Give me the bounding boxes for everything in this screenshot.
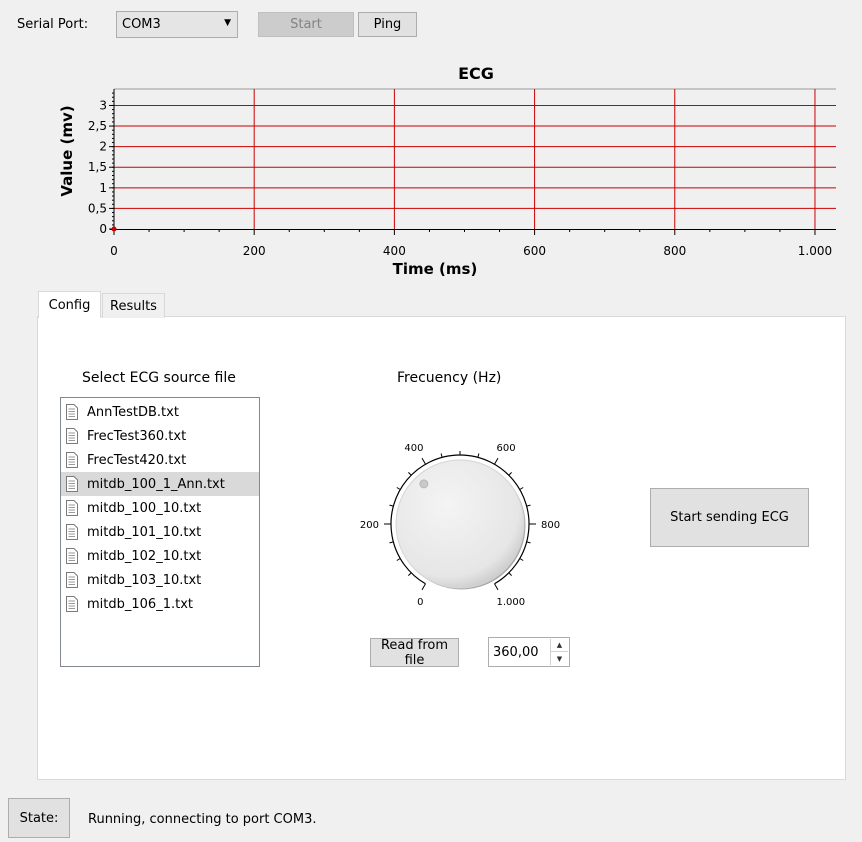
frequency-dial[interactable]: 0 200 400 600 800 1.000	[350, 437, 570, 612]
serial-port-combo[interactable]: COM3 ▼	[116, 11, 238, 38]
y-tick-label: 0,5	[88, 201, 107, 215]
file-name: mitdb_102_10.txt	[87, 548, 202, 564]
file-name: FrecTest360.txt	[87, 428, 187, 444]
y-axis-title: Value (mv)	[58, 105, 76, 196]
dial-major-tick	[421, 583, 426, 591]
dial-minor-tick	[508, 472, 512, 476]
file-name: AnnTestDB.txt	[87, 404, 179, 420]
dial-minor-tick	[389, 504, 394, 507]
file-icon	[66, 404, 78, 420]
dial-minor-tick	[519, 487, 524, 490]
dial-indicator	[419, 479, 429, 489]
file-icon	[66, 428, 78, 444]
dial-major-tick	[494, 457, 499, 465]
dial-minor-tick	[477, 453, 480, 458]
ecg-chart: ECG 0 0,5 1 1,5 2 2,5 3 0 200 400 600 800 1.000 Time (…	[58, 64, 836, 278]
y-tick-label: 0	[99, 222, 107, 236]
file-name: mitdb_100_10.txt	[87, 500, 202, 516]
list-item[interactable]: FrecTest420.txt	[61, 448, 259, 472]
dial-major-tick	[494, 583, 499, 591]
spin-down-icon[interactable]: ▼	[551, 652, 568, 665]
y-tick-label: 1,5	[88, 160, 107, 174]
x-axis-title: Time (ms)	[393, 260, 478, 278]
dial-minor-tick	[519, 558, 524, 561]
read-from-file-button[interactable]: Read from file	[370, 638, 459, 668]
start-button[interactable]: Start	[258, 12, 354, 37]
dial-minor-tick	[440, 453, 443, 458]
spin-up-icon[interactable]: ▲	[551, 639, 568, 652]
serial-port-value: COM3	[122, 17, 161, 32]
file-icon	[66, 452, 78, 468]
ping-button[interactable]: Ping	[358, 12, 417, 37]
tab-config[interactable]: Config	[38, 291, 101, 318]
list-item[interactable]: mitdb_106_1.txt	[61, 592, 259, 616]
frequency-title: Frecuency (Hz)	[397, 370, 502, 386]
x-tick-label: 600	[523, 244, 546, 258]
frequency-value: 360,00	[493, 645, 539, 660]
frequency-spinbox[interactable]: 360,00 ▲ ▼	[488, 637, 570, 667]
serial-port-label: Serial Port:	[17, 17, 89, 32]
dial-major-tick	[421, 457, 426, 465]
y-tick-label: 2,5	[88, 119, 107, 133]
x-tick-label: 400	[383, 244, 406, 258]
dial-minor-tick	[389, 541, 394, 544]
dial-label: 400	[404, 443, 423, 454]
state-button[interactable]: State:	[8, 798, 70, 838]
chart-title: ECG	[458, 64, 494, 83]
y-tick-label: 2	[99, 140, 107, 154]
dial-minor-tick	[526, 504, 531, 507]
x-tick-label: 200	[243, 244, 266, 258]
file-icon	[66, 596, 78, 612]
chevron-down-icon: ▼	[224, 18, 231, 28]
x-tick-label: 1.000	[798, 244, 832, 258]
list-item[interactable]: mitdb_100_10.txt	[61, 496, 259, 520]
file-name: mitdb_100_1_Ann.txt	[87, 476, 225, 492]
dial-label: 0	[417, 597, 423, 608]
dial-minor-tick	[508, 572, 512, 576]
y-tick-label: 1	[99, 181, 107, 195]
dial-minor-tick	[396, 558, 401, 561]
x-tick-label: 0	[110, 244, 118, 258]
dial-minor-tick	[396, 487, 401, 490]
file-name: mitdb_101_10.txt	[87, 524, 202, 540]
list-item[interactable]: mitdb_102_10.txt	[61, 544, 259, 568]
data-point	[111, 226, 117, 232]
file-icon	[66, 548, 78, 564]
list-item-selected[interactable]: mitdb_100_1_Ann.txt	[61, 472, 259, 496]
dial-label: 800	[541, 520, 560, 531]
dial-label: 600	[497, 443, 516, 454]
dial-minor-tick	[408, 472, 412, 476]
file-name: mitdb_106_1.txt	[87, 596, 193, 612]
list-item[interactable]: mitdb_101_10.txt	[61, 520, 259, 544]
file-icon	[66, 524, 78, 540]
file-name: mitdb_103_10.txt	[87, 572, 202, 588]
y-tick-label: 3	[99, 98, 107, 112]
dial-minor-tick	[408, 572, 412, 576]
list-item[interactable]: AnnTestDB.txt	[61, 400, 259, 424]
list-item[interactable]: mitdb_103_10.txt	[61, 568, 259, 592]
dial-label: 200	[360, 520, 379, 531]
file-icon	[66, 476, 78, 492]
file-icon	[66, 572, 78, 588]
tab-results[interactable]: Results	[102, 293, 165, 318]
file-name: FrecTest420.txt	[87, 452, 187, 468]
status-message: Running, connecting to port COM3.	[88, 812, 317, 827]
source-file-list[interactable]: AnnTestDB.txt FrecTest360.txt FrecTest42…	[60, 397, 260, 667]
x-tick-label: 800	[663, 244, 686, 258]
list-item[interactable]: FrecTest360.txt	[61, 424, 259, 448]
file-icon	[66, 500, 78, 516]
dial-knob	[395, 459, 525, 589]
dial-minor-tick	[526, 541, 531, 544]
dial-label: 1.000	[497, 597, 526, 608]
source-file-title: Select ECG source file	[82, 370, 236, 386]
start-sending-ecg-button[interactable]: Start sending ECG	[650, 488, 809, 547]
